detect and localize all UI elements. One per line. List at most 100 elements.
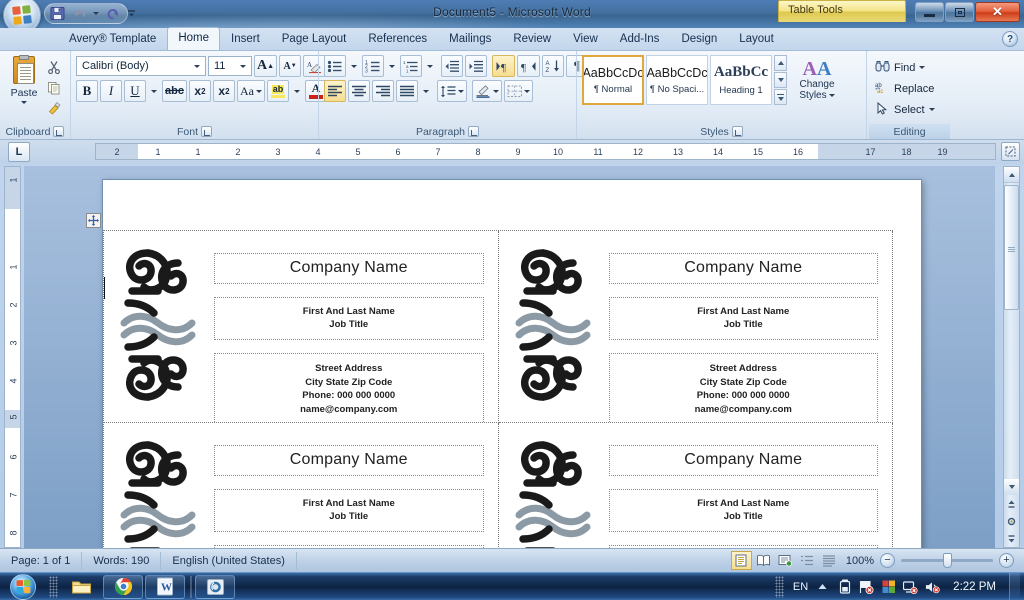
tab-avery-template[interactable]: Avery® Template bbox=[58, 29, 167, 50]
multilevel-list-button[interactable]: 1 a 1 bbox=[400, 55, 422, 77]
view-web-layout-button[interactable] bbox=[775, 551, 796, 570]
numbering-button[interactable]: 1 2 3 bbox=[362, 55, 384, 77]
font-name-combo[interactable]: Calibri (Body) bbox=[76, 56, 206, 76]
borders-button[interactable] bbox=[504, 80, 533, 102]
italic-button[interactable]: I bbox=[100, 80, 122, 102]
business-card-table[interactable]: Company Name First And Last Name Job Tit… bbox=[103, 230, 893, 548]
justify-button[interactable] bbox=[396, 80, 418, 102]
show-desktop-button[interactable] bbox=[1009, 572, 1020, 600]
table-move-handle[interactable] bbox=[86, 213, 101, 228]
font-name-dropdown-arrow[interactable] bbox=[190, 64, 203, 68]
styles-scroll-down-button[interactable] bbox=[774, 72, 787, 88]
multilevel-dropdown-arrow[interactable] bbox=[424, 55, 436, 77]
tab-layout[interactable]: Layout bbox=[728, 29, 785, 50]
left-to-right-button[interactable]: ¶ bbox=[492, 55, 515, 77]
network-icon[interactable] bbox=[903, 579, 918, 594]
zoom-in-button[interactable]: + bbox=[999, 553, 1014, 568]
business-card-4[interactable]: Company Name First And Last Name Job Tit… bbox=[499, 423, 893, 548]
justify-dropdown-arrow[interactable] bbox=[420, 80, 432, 102]
next-page-button[interactable] bbox=[1004, 530, 1019, 547]
previous-page-button[interactable] bbox=[1004, 496, 1019, 513]
tab-home[interactable]: Home bbox=[167, 27, 220, 50]
taskbar-item-windows-explorer[interactable] bbox=[61, 575, 101, 599]
underline-dropdown-arrow[interactable] bbox=[148, 80, 160, 102]
font-size-combo[interactable]: 11 bbox=[208, 56, 252, 76]
paste-button[interactable]: Paste bbox=[5, 55, 43, 104]
business-card-3[interactable]: Company Name First And Last Name Job Tit… bbox=[104, 423, 499, 548]
styles-scroll-up-button[interactable] bbox=[774, 55, 787, 71]
card-company-name[interactable]: Company Name bbox=[214, 253, 484, 284]
numbering-dropdown-arrow[interactable] bbox=[386, 55, 398, 77]
zoom-out-button[interactable]: − bbox=[880, 553, 895, 568]
paragraph-dialog-launcher[interactable] bbox=[468, 126, 480, 137]
tab-insert[interactable]: Insert bbox=[220, 29, 271, 50]
document-canvas[interactable]: Company Name First And Last Name Job Tit… bbox=[24, 166, 995, 548]
card-person-block[interactable]: First And Last Name Job Title bbox=[214, 489, 484, 532]
replace-button[interactable]: ab ac Replace bbox=[872, 78, 937, 99]
minimize-button[interactable] bbox=[915, 2, 944, 22]
format-painter-button[interactable] bbox=[43, 99, 65, 119]
scroll-up-button[interactable] bbox=[1004, 167, 1019, 183]
right-to-left-button[interactable]: ¶ bbox=[517, 55, 540, 77]
taskbar-item-google-chrome[interactable] bbox=[103, 574, 143, 599]
show-hidden-icons-button[interactable] bbox=[815, 579, 830, 594]
subscript-button[interactable]: x2 bbox=[188, 80, 211, 102]
card-address-block[interactable]: Street Address City State Zip Code Phone… bbox=[608, 353, 878, 422]
style-heading-1[interactable]: AaBbCс Heading 1 bbox=[710, 55, 772, 105]
select-browse-object-button[interactable] bbox=[1004, 513, 1019, 530]
tab-design[interactable]: Design bbox=[670, 29, 728, 50]
font-size-dropdown-arrow[interactable] bbox=[236, 64, 249, 68]
tab-stop-selector[interactable]: L bbox=[8, 142, 30, 162]
tray-language[interactable]: EN bbox=[793, 581, 808, 593]
action-center-icon[interactable] bbox=[859, 579, 874, 594]
horizontal-ruler[interactable]: 2 1 1 2 3 4 5 6 7 8 9 10 11 12 13 14 15 … bbox=[95, 143, 996, 160]
styles-more-button[interactable] bbox=[774, 89, 787, 105]
style-no-spacing[interactable]: AaBbCcDc ¶ No Spaci... bbox=[646, 55, 708, 105]
ruler-toggle-button[interactable] bbox=[1001, 142, 1020, 161]
restore-button[interactable] bbox=[945, 2, 974, 22]
status-language[interactable]: English (United States) bbox=[161, 551, 297, 570]
cut-button[interactable] bbox=[43, 57, 65, 77]
superscript-button[interactable]: x2 bbox=[212, 80, 235, 102]
copy-button[interactable] bbox=[43, 78, 65, 98]
view-draft-button[interactable] bbox=[819, 551, 840, 570]
close-button[interactable]: ✕ bbox=[975, 2, 1020, 22]
find-dropdown-arrow[interactable] bbox=[919, 66, 926, 69]
underline-button[interactable]: U bbox=[124, 80, 146, 102]
align-center-button[interactable] bbox=[348, 80, 370, 102]
vertical-ruler[interactable]: 1 1 2 3 4 5 6 7 8 bbox=[4, 166, 21, 548]
change-styles-button[interactable]: AA Change Styles bbox=[789, 55, 845, 105]
scrollbar-thumb[interactable] bbox=[1004, 185, 1019, 310]
style-normal[interactable]: AaBbCcDc ¶ Normal bbox=[582, 55, 644, 105]
bullets-dropdown-arrow[interactable] bbox=[348, 55, 360, 77]
card-company-name[interactable]: Company Name bbox=[608, 445, 878, 476]
status-word-count[interactable]: Words: 190 bbox=[82, 551, 162, 570]
zoom-slider[interactable] bbox=[901, 553, 993, 568]
shading-button[interactable] bbox=[472, 80, 502, 102]
grow-font-button[interactable]: A ▲ bbox=[254, 55, 278, 77]
select-button[interactable]: Select bbox=[872, 99, 938, 120]
strikethrough-button[interactable]: abc bbox=[162, 80, 187, 102]
tab-view[interactable]: View bbox=[562, 29, 609, 50]
taskbar-item-microsoft-word[interactable]: W bbox=[145, 574, 185, 599]
align-right-button[interactable] bbox=[372, 80, 394, 102]
taskbar-item-media-app[interactable] bbox=[195, 574, 235, 599]
decrease-indent-button[interactable] bbox=[441, 55, 463, 77]
card-person-block[interactable]: First And Last Name Job Title bbox=[214, 297, 484, 340]
business-card-1[interactable]: Company Name First And Last Name Job Tit… bbox=[104, 231, 499, 423]
bold-button[interactable]: B bbox=[76, 80, 98, 102]
line-spacing-button[interactable] bbox=[437, 80, 467, 102]
increase-indent-button[interactable] bbox=[465, 55, 487, 77]
taskbar-clock[interactable]: 2:22 PM bbox=[947, 581, 1002, 593]
document-page[interactable]: Company Name First And Last Name Job Tit… bbox=[86, 179, 922, 548]
text-highlight-color-button[interactable]: ab bbox=[266, 80, 289, 102]
styles-dialog-launcher[interactable] bbox=[731, 126, 743, 137]
highlight-dropdown-arrow[interactable] bbox=[291, 80, 303, 102]
sort-button[interactable]: A Z bbox=[542, 55, 564, 77]
font-dialog-launcher[interactable] bbox=[201, 126, 212, 137]
battery-icon[interactable] bbox=[837, 579, 852, 594]
align-left-button[interactable] bbox=[324, 80, 346, 102]
card-company-name[interactable]: Company Name bbox=[608, 253, 878, 284]
volume-muted-icon[interactable] bbox=[925, 579, 940, 594]
card-address-block[interactable]: Street Address City State Zip Code Phone… bbox=[214, 353, 484, 422]
